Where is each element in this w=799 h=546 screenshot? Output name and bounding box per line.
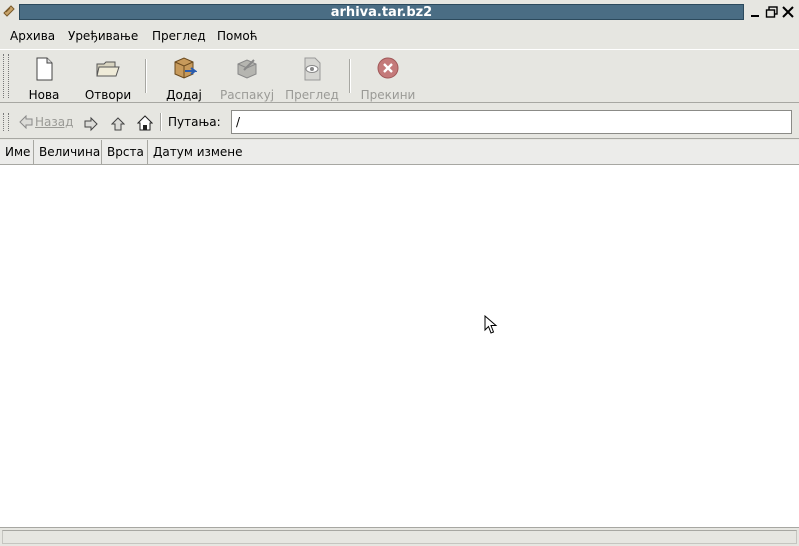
close-icon[interactable] [781, 5, 795, 19]
forward-arrow-icon[interactable] [84, 115, 98, 133]
column-size[interactable]: Величина [34, 140, 102, 164]
open-button[interactable]: Отвори [78, 56, 138, 102]
menu-archive[interactable]: Архива [10, 29, 55, 43]
menu-bar: Архива Уређивање Преглед Помоћ [0, 24, 799, 48]
toolbar-grip[interactable] [3, 54, 9, 98]
menu-edit[interactable]: Уређивање [68, 29, 138, 43]
new-button[interactable]: Нова [14, 56, 74, 102]
add-button-label: Додај [166, 88, 202, 102]
add-button[interactable]: Додај [154, 56, 214, 102]
back-button[interactable]: Назад [19, 113, 75, 131]
location-grip[interactable] [3, 113, 9, 131]
view-icon [304, 57, 321, 81]
stop-button[interactable]: Прекини [358, 56, 418, 102]
status-text [2, 530, 797, 544]
title-bar[interactable]: arhiva.tar.bz2 [0, 0, 799, 24]
home-icon[interactable] [137, 114, 153, 132]
maximize-icon[interactable] [765, 5, 779, 19]
archive-app-icon[interactable] [2, 4, 16, 18]
minimize-icon[interactable] [749, 5, 763, 19]
toolbar: Нова Отвори Додај Распакуј Преглед Преки… [0, 49, 799, 103]
stop-button-label: Прекини [360, 88, 416, 102]
stop-icon [377, 57, 399, 79]
add-to-archive-icon [174, 57, 197, 79]
location-bar: Назад Путања: / [0, 104, 799, 139]
view-button[interactable]: Преглед [282, 56, 342, 102]
extract-icon [237, 59, 257, 79]
mouse-cursor-icon [484, 315, 498, 334]
location-separator [160, 113, 162, 131]
window-title: arhiva.tar.bz2 [330, 5, 433, 20]
file-list[interactable] [0, 165, 799, 527]
column-date-modified[interactable]: Датум измене [148, 140, 799, 164]
menu-help[interactable]: Помоћ [217, 29, 258, 43]
extract-button-label: Распакуј [219, 88, 275, 102]
status-bar [0, 527, 799, 546]
extract-button[interactable]: Распакуј [217, 56, 277, 102]
open-folder-icon [96, 61, 120, 77]
title-strip: arhiva.tar.bz2 [19, 4, 744, 20]
path-input[interactable]: / [231, 110, 792, 134]
new-document-icon [36, 57, 53, 81]
column-type[interactable]: Врста [102, 140, 148, 164]
open-button-label: Отвори [84, 88, 132, 102]
path-label: Путања: [168, 115, 221, 129]
toolbar-separator [349, 59, 351, 93]
back-arrow-icon [19, 115, 33, 129]
new-button-label: Нова [28, 88, 60, 102]
menu-view[interactable]: Преглед [152, 29, 206, 43]
column-name[interactable]: Име [0, 140, 34, 164]
view-button-label: Преглед [285, 88, 339, 102]
back-button-label: Назад [35, 115, 74, 129]
toolbar-separator [145, 59, 147, 93]
column-header-row: Име Величина Врста Датум измене [0, 140, 799, 165]
up-arrow-icon[interactable] [111, 115, 125, 133]
